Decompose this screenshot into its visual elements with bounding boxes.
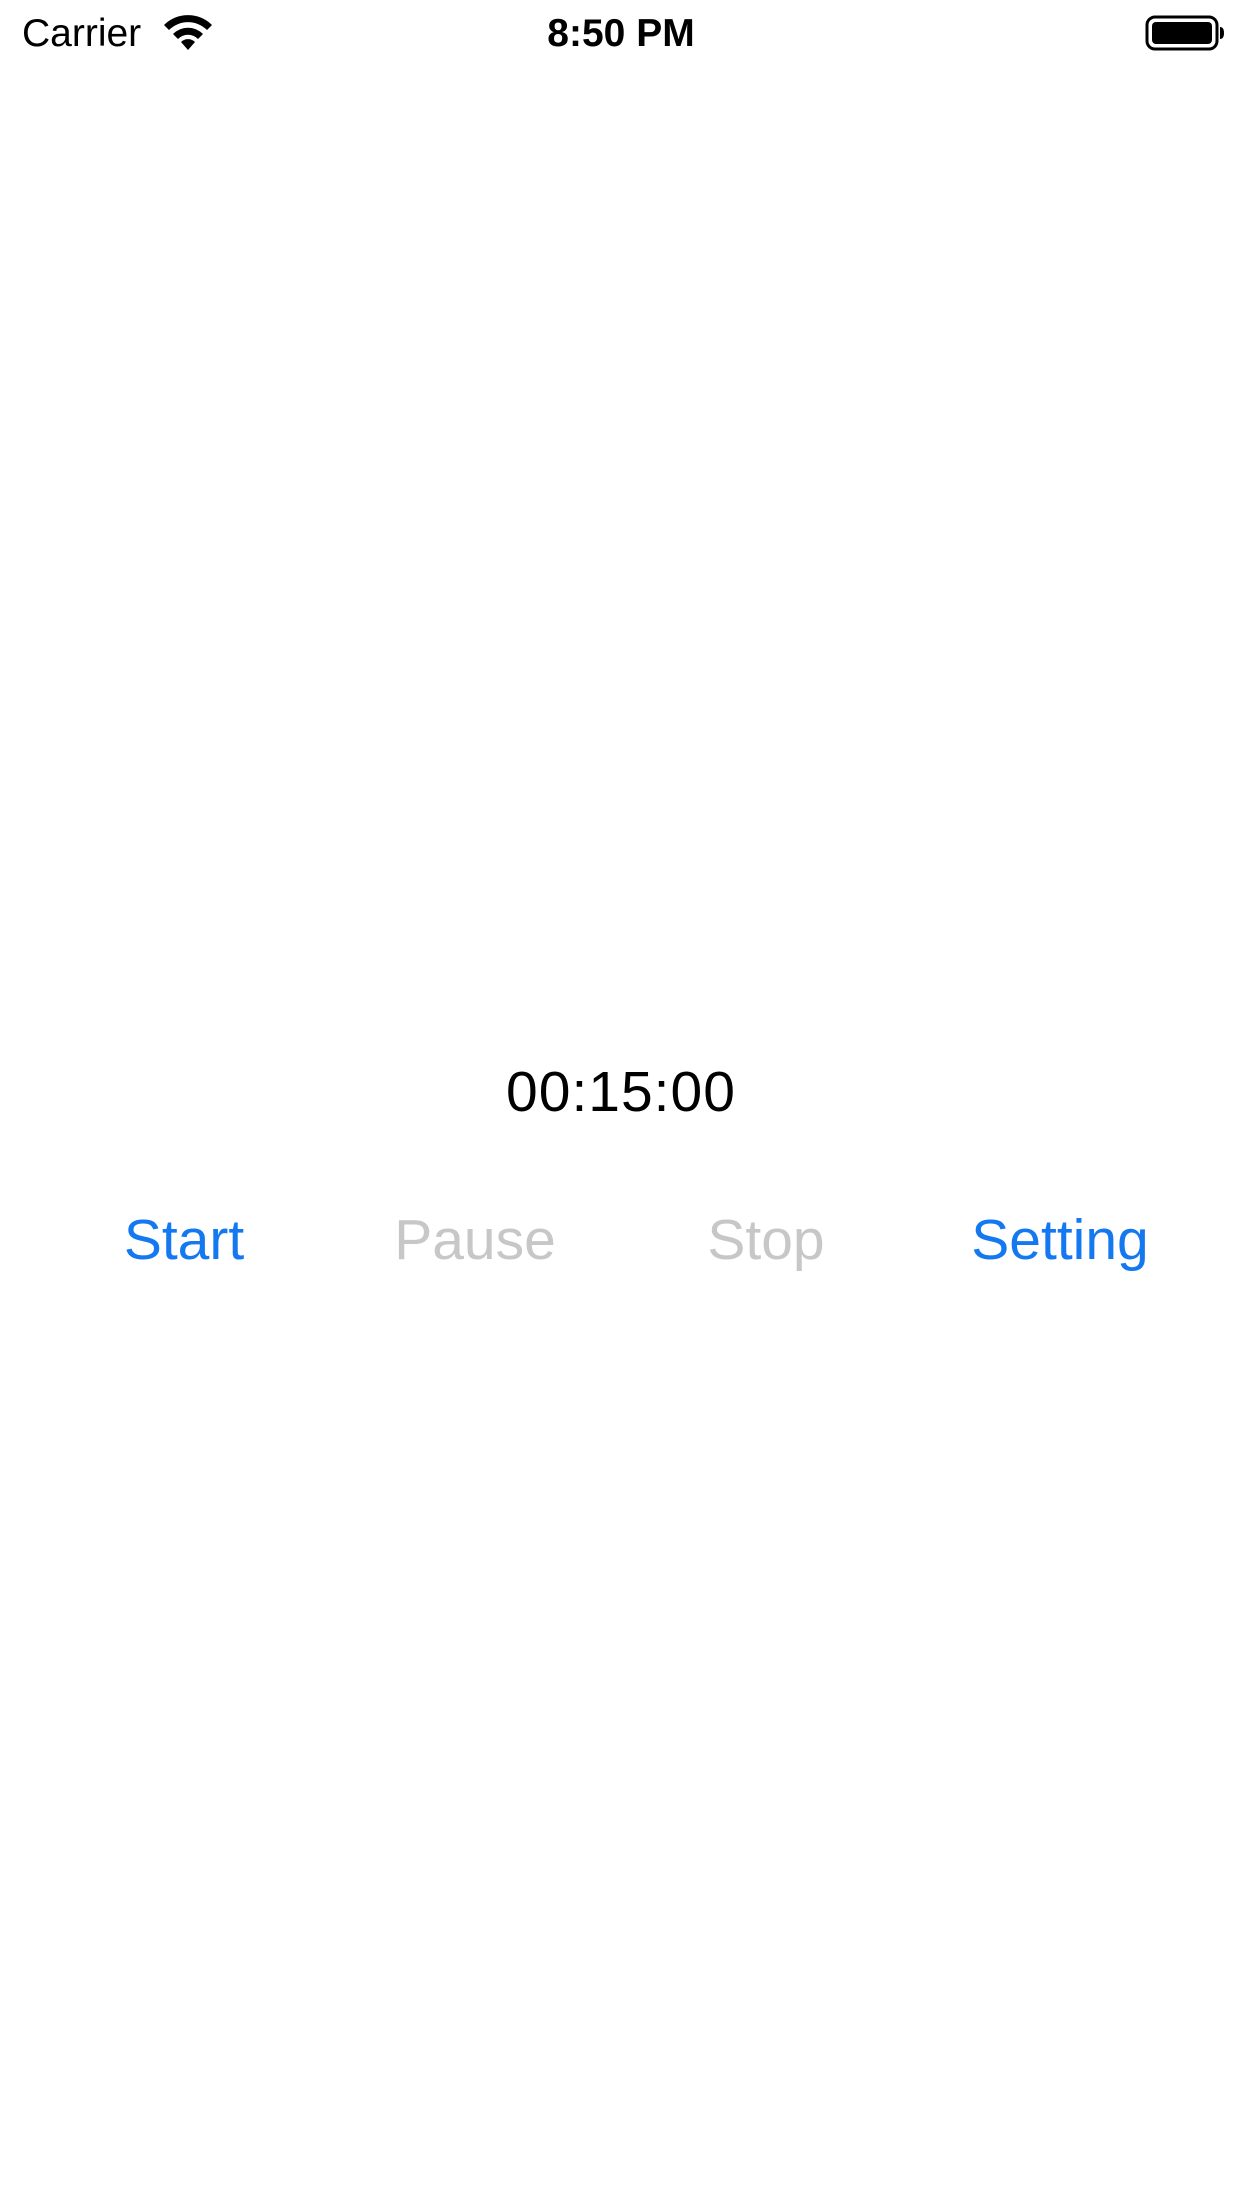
timer-controls: Start Pause Stop Setting bbox=[0, 1200, 1242, 1280]
timer-display: 00:15:00 bbox=[506, 1060, 736, 1124]
timer-screen: Carrier 8:50 PM 00:15:00 Start Pause Sto… bbox=[0, 0, 1242, 2208]
setting-button[interactable]: Setting bbox=[960, 1200, 1160, 1280]
stop-button[interactable]: Stop bbox=[696, 1200, 836, 1280]
status-bar: Carrier 8:50 PM bbox=[0, 0, 1242, 68]
status-time: 8:50 PM bbox=[547, 12, 695, 55]
pause-button[interactable]: Pause bbox=[390, 1200, 560, 1280]
battery-full-icon bbox=[1145, 15, 1224, 51]
start-button[interactable]: Start bbox=[104, 1200, 264, 1280]
